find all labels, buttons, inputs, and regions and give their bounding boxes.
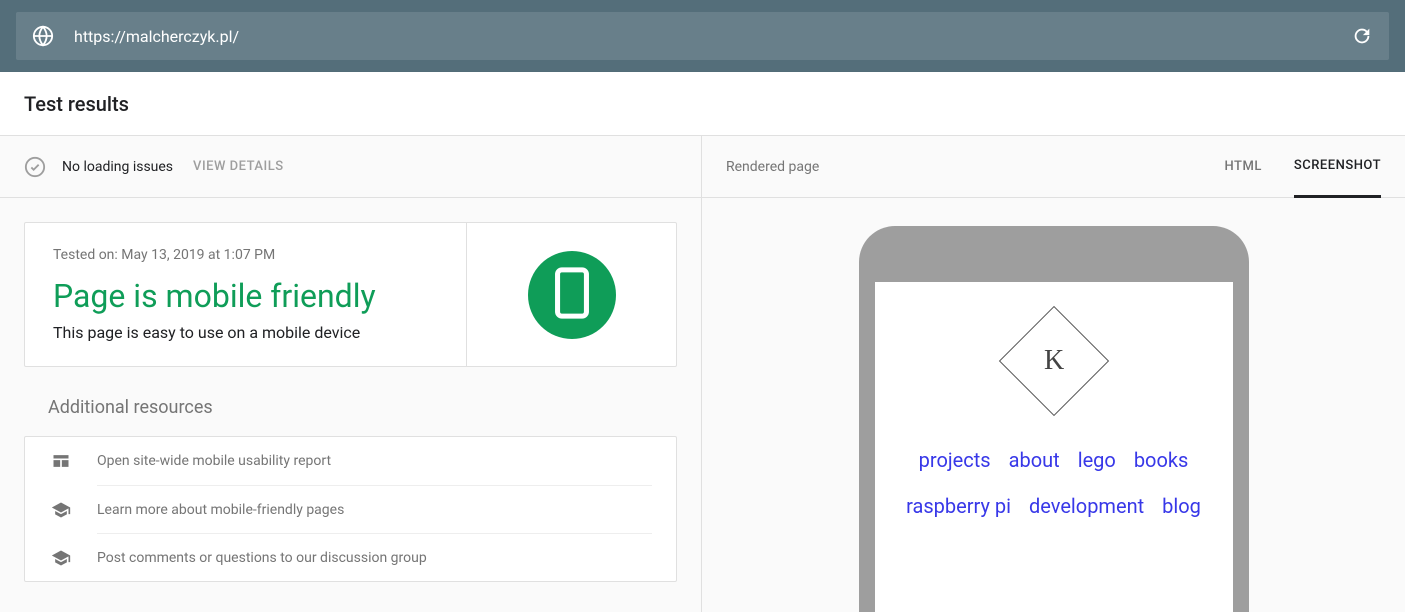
site-logo: K xyxy=(998,306,1108,416)
nav-link[interactable]: books xyxy=(1134,448,1189,472)
resource-label: Open site-wide mobile usability report xyxy=(97,453,331,469)
result-subtext: This page is easy to use on a mobile dev… xyxy=(53,323,438,342)
mobile-friendly-badge xyxy=(528,251,616,339)
web-page-icon xyxy=(49,451,73,471)
tab-screenshot[interactable]: SCREENSHOT xyxy=(1294,137,1381,198)
additional-resources-heading: Additional resources xyxy=(0,391,701,436)
resource-item-discussion[interactable]: Post comments or questions to our discus… xyxy=(97,533,652,581)
content: No loading issues VIEW DETAILS Tested on… xyxy=(0,136,1405,612)
left-column: No loading issues VIEW DETAILS Tested on… xyxy=(0,136,702,612)
nav-row-1: projects about lego books xyxy=(919,448,1189,472)
phone-screen: K projects about lego books raspberry pi… xyxy=(875,282,1233,612)
right-header: Rendered page HTML SCREENSHOT xyxy=(702,136,1405,198)
result-text-area: Tested on: May 13, 2019 at 1:07 PM Page … xyxy=(25,223,466,366)
result-badge-area xyxy=(466,223,676,366)
nav-link[interactable]: blog xyxy=(1162,494,1201,518)
url-text: https://malcherczyk.pl/ xyxy=(74,27,1331,46)
rendered-page-label: Rendered page xyxy=(726,159,819,175)
url-bar: https://malcherczyk.pl/ xyxy=(0,0,1405,72)
school-icon xyxy=(49,500,73,520)
tested-on-text: Tested on: May 13, 2019 at 1:07 PM xyxy=(53,247,438,263)
nav-row-2: raspberry pi development blog xyxy=(906,494,1201,518)
nav-link[interactable]: projects xyxy=(919,448,991,472)
resource-item-usability-report[interactable]: Open site-wide mobile usability report xyxy=(25,437,676,485)
resource-label: Post comments or questions to our discus… xyxy=(97,550,427,566)
right-tabs: HTML SCREENSHOT xyxy=(1225,136,1381,197)
phone-frame: K projects about lego books raspberry pi… xyxy=(859,226,1249,612)
resource-list: Open site-wide mobile usability report L… xyxy=(24,436,677,582)
preview-area: K projects about lego books raspberry pi… xyxy=(702,198,1405,612)
title-bar: Test results xyxy=(0,72,1405,136)
smartphone-icon xyxy=(554,267,590,323)
logo-letter: K xyxy=(1043,345,1063,377)
result-heading: Page is mobile friendly xyxy=(53,277,438,315)
view-details-button[interactable]: VIEW DETAILS xyxy=(193,159,284,174)
page-title: Test results xyxy=(24,92,129,116)
nav-link[interactable]: development xyxy=(1029,494,1144,518)
refresh-icon[interactable] xyxy=(1351,25,1373,47)
loading-issues-row: No loading issues VIEW DETAILS xyxy=(0,136,701,198)
right-column: Rendered page HTML SCREENSHOT K projects… xyxy=(702,136,1405,612)
nav-link[interactable]: lego xyxy=(1078,448,1116,472)
nav-link[interactable]: about xyxy=(1009,448,1060,472)
nav-link[interactable]: raspberry pi xyxy=(906,494,1011,518)
checkmark-circle-icon xyxy=(24,156,46,178)
tab-html[interactable]: HTML xyxy=(1225,136,1262,197)
school-icon xyxy=(49,548,73,568)
result-card: Tested on: May 13, 2019 at 1:07 PM Page … xyxy=(24,222,677,367)
loading-text: No loading issues xyxy=(62,159,173,175)
resource-item-learn-more[interactable]: Learn more about mobile-friendly pages xyxy=(97,485,652,533)
resource-label: Learn more about mobile-friendly pages xyxy=(97,502,344,518)
url-input[interactable]: https://malcherczyk.pl/ xyxy=(16,12,1389,60)
globe-icon xyxy=(32,25,54,47)
